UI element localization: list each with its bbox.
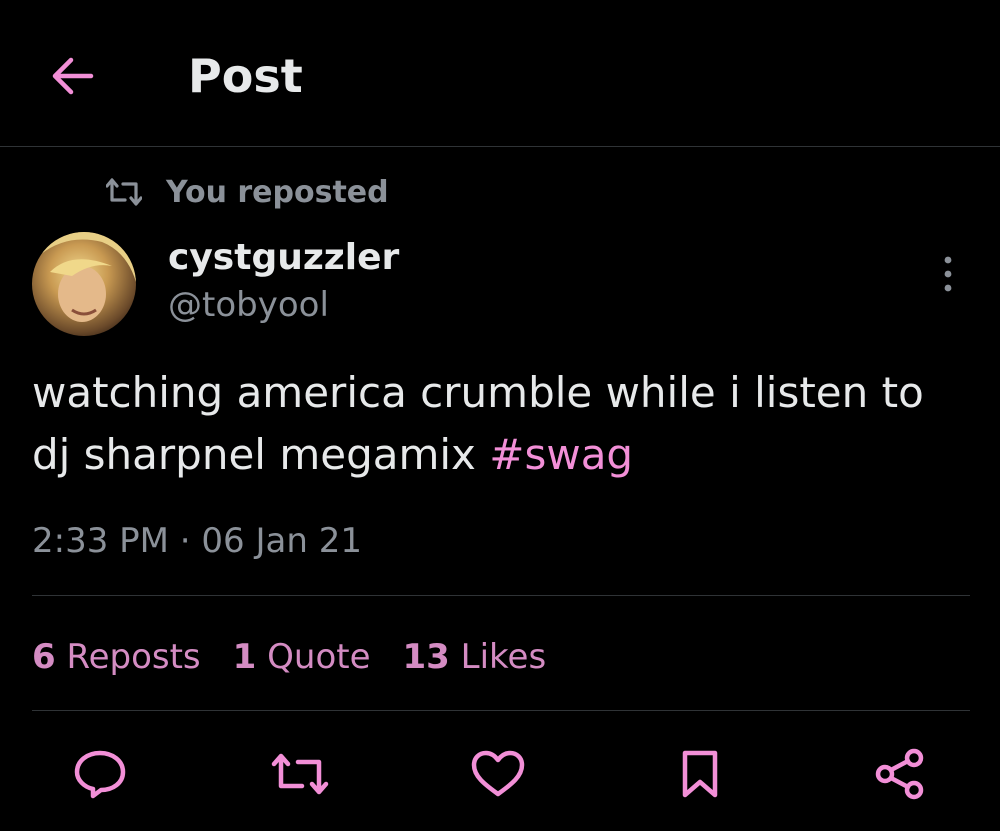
divider (32, 710, 970, 711)
reply-button[interactable] (70, 744, 130, 804)
repost-button[interactable] (270, 744, 330, 804)
reposts-label: Reposts (66, 637, 201, 677)
author-display-name[interactable]: cystguzzler (168, 236, 399, 280)
quotes-count: 1 (232, 637, 257, 677)
bookmark-icon (682, 750, 718, 798)
likes-label: Likes (460, 637, 547, 677)
engagement-stats: 6 Reposts 1 Quote 13 Likes (32, 632, 578, 682)
post-text: watching america crumble while i listen … (32, 368, 924, 479)
post-body: watching america crumble while i listen … (32, 362, 972, 486)
hashtag-link[interactable]: #swag (489, 430, 633, 479)
avatar[interactable] (32, 232, 136, 336)
reply-icon (74, 750, 126, 799)
repost-banner[interactable]: You reposted (106, 170, 389, 214)
page-title: Post (188, 49, 303, 103)
repost-banner-label: You reposted (166, 174, 389, 210)
likes-stat[interactable]: 13 Likes (403, 637, 547, 677)
reposts-count: 6 (32, 637, 56, 677)
reposts-stat[interactable]: 6 Reposts (32, 637, 201, 677)
like-icon (471, 750, 525, 797)
back-button[interactable] (44, 48, 100, 104)
post-timestamp[interactable]: 2:33 PM · 06 Jan 21 (32, 518, 362, 564)
author-handle[interactable]: @tobyool (168, 283, 329, 327)
more-vertical-icon (944, 256, 952, 292)
repost-icon (106, 178, 142, 206)
quotes-stat[interactable]: 1 Quote (233, 637, 371, 677)
top-bar: Post (0, 0, 1000, 147)
repost-icon (271, 753, 329, 795)
divider (32, 595, 970, 596)
likes-count: 13 (402, 637, 450, 677)
like-button[interactable] (468, 744, 528, 804)
share-button[interactable] (870, 744, 930, 804)
bookmark-button[interactable] (670, 744, 730, 804)
share-icon (875, 748, 924, 800)
more-options-button[interactable] (928, 252, 968, 296)
arrow-left-icon (52, 57, 94, 95)
quotes-label: Quote (267, 637, 371, 677)
